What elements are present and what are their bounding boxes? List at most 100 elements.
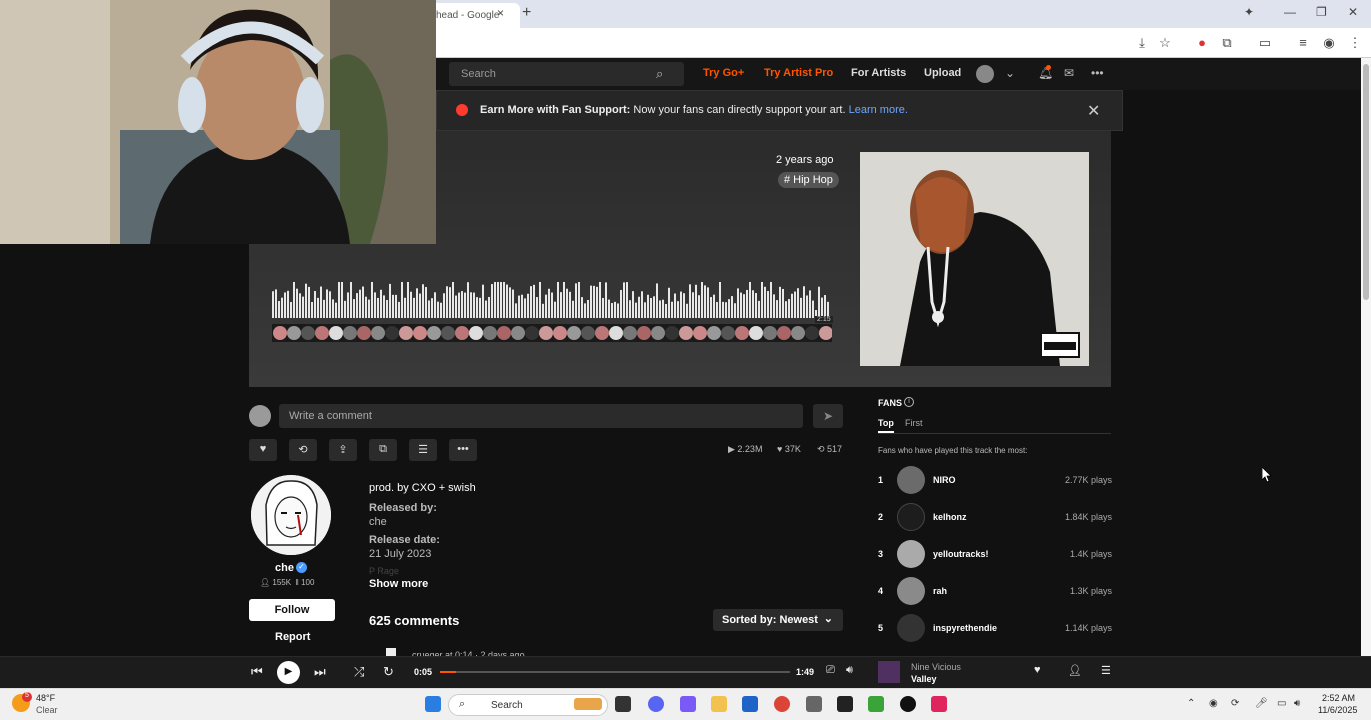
- waveform-comment-avatar[interactable]: [721, 326, 735, 340]
- browser-menu-icon[interactable]: ⋮: [1346, 35, 1364, 51]
- volume-icon[interactable]: 🔊︎: [846, 664, 853, 677]
- learn-more-link[interactable]: Learn more.: [849, 104, 908, 116]
- next-track-icon[interactable]: ⏭︎: [314, 664, 326, 680]
- waveform-comment-avatar[interactable]: [497, 326, 511, 340]
- waveform-comment-avatar[interactable]: [539, 326, 553, 340]
- play-button[interactable]: ▶: [277, 661, 300, 684]
- waveform-comment-avatar[interactable]: [329, 326, 343, 340]
- shuffle-icon[interactable]: ⤮: [354, 664, 364, 680]
- waveform-comment-avatar[interactable]: [483, 326, 497, 340]
- info-icon[interactable]: i: [904, 397, 914, 407]
- waveform-comment-avatar[interactable]: [511, 326, 525, 340]
- fan-row[interactable]: 4 rah 1.3K plays: [878, 577, 1112, 607]
- waveform-comment-avatar[interactable]: [637, 326, 651, 340]
- tray-sync-icon[interactable]: ⟳: [1231, 698, 1239, 709]
- network-icon[interactable]: ▭: [1277, 698, 1286, 709]
- waveform-comment-avatar[interactable]: [805, 326, 819, 340]
- tray-overflow-icon[interactable]: ⌃: [1187, 698, 1195, 709]
- minimize-icon[interactable]: —: [1284, 5, 1296, 19]
- browser-tab[interactable]: head - Google: [430, 3, 520, 28]
- follow-button[interactable]: Follow: [249, 599, 335, 621]
- file-explorer-icon[interactable]: [711, 696, 727, 712]
- tray-app-icon[interactable]: ◉: [1209, 698, 1218, 709]
- copilot-icon[interactable]: [680, 696, 696, 712]
- now-playing-title[interactable]: Valley: [911, 674, 937, 684]
- waveform-comment-avatar[interactable]: [567, 326, 581, 340]
- profile-avatar-icon[interactable]: ◉: [1320, 35, 1338, 51]
- report-link[interactable]: Report: [275, 631, 310, 643]
- add-to-next-up-button[interactable]: ☰: [409, 439, 437, 461]
- fans-tab-top[interactable]: Top: [878, 418, 894, 428]
- mail-icon[interactable]: ✉: [1064, 66, 1074, 80]
- waveform-comment-avatar[interactable]: [679, 326, 693, 340]
- waveform-comment-avatar[interactable]: [553, 326, 567, 340]
- copy-link-button[interactable]: ⧉: [369, 439, 397, 461]
- fan-row[interactable]: 5 inspyrethendie 1.14K plays: [878, 614, 1112, 644]
- waveform-comment-avatar[interactable]: [343, 326, 357, 340]
- waveform-comment-avatar[interactable]: [273, 326, 287, 340]
- send-comment-icon[interactable]: ➤: [813, 404, 843, 428]
- like-button[interactable]: ♥: [249, 439, 277, 461]
- waveform-comment-avatar[interactable]: [693, 326, 707, 340]
- now-playing-artwork[interactable]: [878, 661, 900, 683]
- waveform-comment-avatar[interactable]: [749, 326, 763, 340]
- ai-sparkle-icon[interactable]: ✦: [1244, 5, 1254, 19]
- more-actions-button[interactable]: •••: [449, 439, 477, 461]
- waveform-comment-avatar[interactable]: [315, 326, 329, 340]
- waveform-comment-avatar[interactable]: [791, 326, 805, 340]
- task-view-icon[interactable]: [615, 696, 631, 712]
- side-panel-icon[interactable]: ▭: [1256, 35, 1274, 51]
- follow-user-icon[interactable]: 👤︎: [1068, 664, 1082, 677]
- cast-icon[interactable]: ⎚: [826, 664, 835, 677]
- artist-avatar[interactable]: [251, 475, 331, 555]
- waveform-comment-avatar[interactable]: [357, 326, 371, 340]
- track-artwork[interactable]: [860, 152, 1089, 366]
- show-more-button[interactable]: Show more: [369, 578, 428, 590]
- waveform-comment-avatar[interactable]: [399, 326, 413, 340]
- waveform-comment-avatar[interactable]: [371, 326, 385, 340]
- waveform-comment-avatar[interactable]: [287, 326, 301, 340]
- clock-time[interactable]: 2:52 AM: [1322, 693, 1355, 703]
- waveform-comment-avatar[interactable]: [665, 326, 679, 340]
- heart-icon[interactable]: ♥: [1034, 664, 1041, 676]
- for-artists-link[interactable]: For Artists: [851, 67, 906, 79]
- waveform-comment-avatar[interactable]: [763, 326, 777, 340]
- try-go-plus-link[interactable]: Try Go+: [703, 67, 744, 79]
- waveform-comment-avatar[interactable]: [581, 326, 595, 340]
- close-window-icon[interactable]: ✕: [1348, 5, 1358, 19]
- clock-date[interactable]: 11/6/2025: [1318, 705, 1357, 715]
- bookmark-star-icon[interactable]: ☆: [1156, 35, 1174, 51]
- chrome-icon[interactable]: [774, 696, 790, 712]
- steam-icon[interactable]: [806, 696, 822, 712]
- app-icon[interactable]: [900, 696, 916, 712]
- search-icon[interactable]: ⌕: [656, 66, 663, 82]
- extension-adblock-icon[interactable]: ●: [1193, 35, 1211, 51]
- sort-comments-button[interactable]: Sorted by: Newest ⌄: [713, 609, 843, 631]
- waveform-comment-avatar[interactable]: [441, 326, 455, 340]
- weather-temp[interactable]: 48°F: [36, 693, 55, 703]
- fan-row[interactable]: 2 kelhonz 1.84K plays: [878, 503, 1112, 533]
- next-up-icon[interactable]: ☰: [1101, 664, 1111, 677]
- discord-icon[interactable]: [648, 696, 664, 712]
- artist-name[interactable]: che: [275, 562, 294, 574]
- share-button[interactable]: ⇪: [329, 439, 357, 461]
- waveform-comment-avatar[interactable]: [455, 326, 469, 340]
- microphone-icon[interactable]: 🎤︎: [1255, 698, 1268, 709]
- scrollbar-thumb[interactable]: [1363, 64, 1369, 300]
- waveform-comment-avatar[interactable]: [385, 326, 399, 340]
- waveform-comment-avatar[interactable]: [413, 326, 427, 340]
- waveform-comment-avatar[interactable]: [469, 326, 483, 340]
- progress-bar[interactable]: [440, 671, 790, 673]
- try-artist-pro-link[interactable]: Try Artist Pro: [764, 67, 833, 79]
- more-menu-icon[interactable]: •••: [1091, 66, 1104, 80]
- waveform-comment-avatar[interactable]: [595, 326, 609, 340]
- start-icon[interactable]: [425, 696, 441, 712]
- waveform-comment-avatar[interactable]: [651, 326, 665, 340]
- fan-row[interactable]: 3 yelloutracks! 1.4K plays: [878, 540, 1112, 570]
- search-input[interactable]: Search: [449, 62, 684, 86]
- new-tab-button[interactable]: +: [522, 4, 531, 22]
- store-icon[interactable]: [742, 696, 758, 712]
- waveform-comment-avatar[interactable]: [427, 326, 441, 340]
- upload-link[interactable]: Upload: [924, 67, 961, 79]
- media-controls-icon[interactable]: ≡: [1294, 35, 1312, 51]
